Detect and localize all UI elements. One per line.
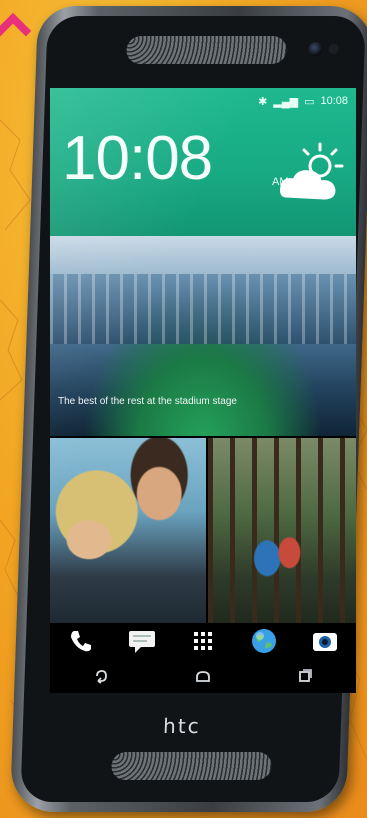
phone-app-button[interactable] — [64, 627, 98, 655]
globe-icon — [252, 629, 277, 653]
bottom-speaker-grille — [111, 752, 273, 780]
photo-tile-couple[interactable] — [50, 438, 206, 623]
bluetooth-icon: ✱ — [258, 95, 268, 108]
top-speaker-grille — [126, 36, 288, 64]
navigation-bar — [50, 659, 356, 693]
status-bar: ✱ ▂▄▆ ▭ 10:08 — [50, 88, 356, 114]
phone-screen: ✱ ▂▄▆ ▭ 10:08 10:08 AM The best of the r… — [50, 88, 356, 693]
clock-time: 10:08 — [62, 124, 213, 193]
app-grid-icon — [193, 632, 212, 650]
pink-accent-mark — [0, 13, 31, 50]
brand-logo: htc — [162, 714, 202, 738]
home-icon — [196, 671, 210, 682]
photo-tile-camping[interactable] — [208, 438, 356, 623]
camera-icon — [313, 633, 338, 651]
news-feed-tile[interactable]: The best of the rest at the stadium stag… — [50, 236, 356, 436]
front-camera — [308, 42, 323, 56]
status-time: 10:08 — [320, 95, 348, 107]
camera-app-button[interactable] — [308, 627, 342, 655]
battery-icon: ▭ — [304, 95, 315, 108]
partly-cloudy-icon — [280, 142, 344, 200]
recent-apps-button[interactable] — [285, 663, 325, 689]
home-button[interactable] — [183, 663, 223, 689]
stadium-image — [50, 274, 356, 344]
clock-weather-widget[interactable]: ✱ ▂▄▆ ▭ 10:08 10:08 AM — [50, 88, 356, 236]
browser-app-button[interactable] — [247, 627, 281, 655]
back-button[interactable] — [81, 663, 121, 689]
messages-app-button[interactable] — [125, 627, 159, 655]
recent-apps-icon — [299, 669, 312, 682]
app-dock — [50, 623, 356, 659]
phone-icon — [70, 631, 91, 652]
app-drawer-button[interactable] — [186, 627, 220, 655]
feed-caption: The best of the rest at the stadium stag… — [58, 396, 237, 407]
proximity-sensor — [328, 44, 339, 54]
message-icon — [128, 631, 155, 653]
signal-icon: ▂▄▆ — [273, 95, 299, 108]
back-icon — [96, 670, 107, 684]
